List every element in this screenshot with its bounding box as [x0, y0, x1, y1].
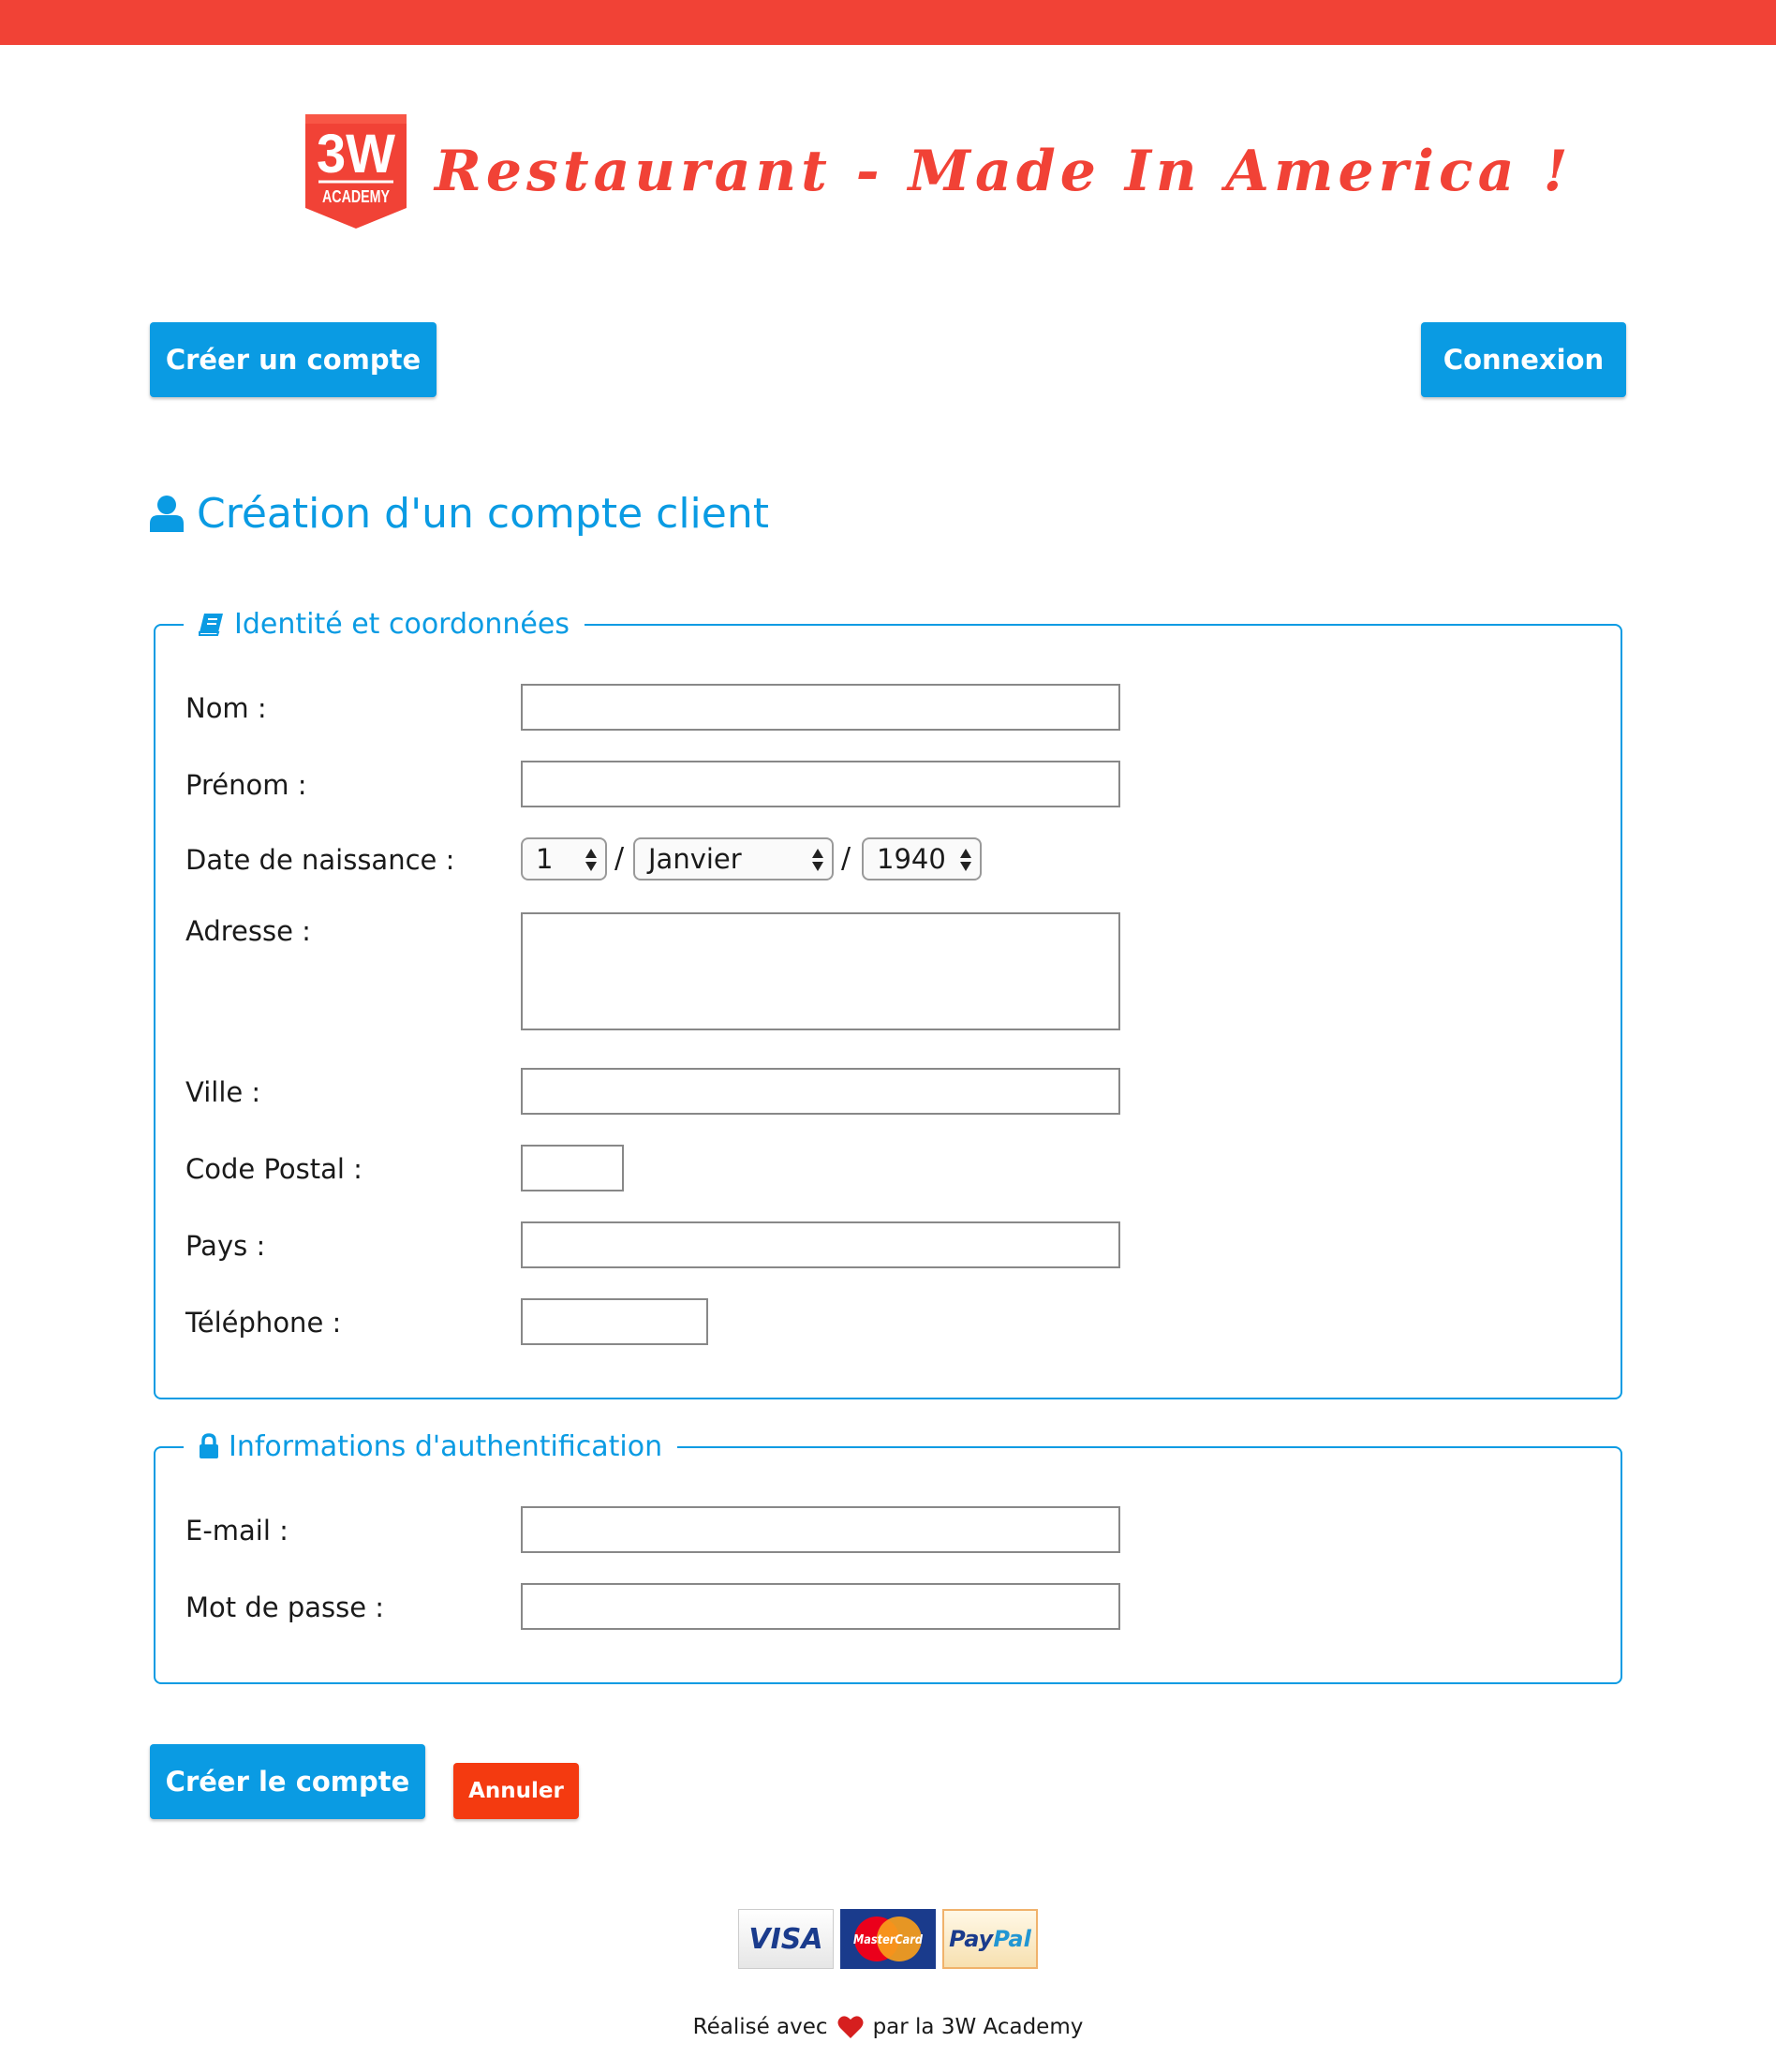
identity-legend: Identité et coordonnées [184, 603, 585, 644]
country-input[interactable] [521, 1221, 1120, 1268]
date-separator: / [614, 842, 625, 875]
paypal-text-b: Pal [993, 1926, 1031, 1952]
heart-icon [837, 2016, 864, 2038]
email-input[interactable] [521, 1506, 1120, 1553]
zip-input[interactable] [521, 1145, 624, 1191]
footer-credit: Réalisé avec par la 3W Academy [0, 2010, 1776, 2044]
lastname-label: Nom : [185, 692, 267, 724]
mastercard-icon: MasterCard [853, 1917, 924, 1961]
visa-logo: VISA [738, 1909, 834, 1969]
credit-before: Réalisé avec [692, 2015, 828, 2039]
birth-month-value: Janvier [648, 843, 742, 875]
select-arrows-icon [960, 849, 971, 871]
mastercard-text: MasterCard [853, 1933, 924, 1947]
select-arrows-icon [585, 849, 597, 871]
logo-big-text: 3W [317, 124, 395, 185]
birth-year-select[interactable]: 1940 [862, 837, 982, 881]
auth-legend: Informations d'authentification [184, 1426, 678, 1467]
auth-fieldset: Informations d'authentification [154, 1426, 1622, 1684]
birthdate-label: Date de naissance : [185, 844, 455, 876]
paypal-logo: PayPal [942, 1909, 1038, 1969]
top-bar [0, 0, 1776, 45]
create-account-button[interactable]: Créer un compte [150, 322, 437, 397]
paypal-text-a: Pay [949, 1926, 994, 1952]
lastname-input[interactable] [521, 684, 1120, 731]
3w-academy-logo: 3W ACADEMY [305, 114, 407, 229]
select-arrows-icon [812, 849, 823, 871]
cancel-button[interactable]: Annuler [453, 1763, 579, 1819]
birth-day-value: 1 [536, 843, 554, 875]
lock-icon [200, 1433, 218, 1458]
user-icon [150, 496, 184, 532]
page-title-text: Création d'un compte client [197, 489, 769, 538]
phone-label: Téléphone : [185, 1307, 342, 1339]
email-label: E-mail : [185, 1515, 289, 1547]
birth-year-value: 1940 [877, 843, 946, 875]
logo-small-text: ACADEMY [322, 187, 390, 206]
date-separator: / [841, 842, 851, 875]
birth-month-select[interactable]: Janvier [633, 837, 834, 881]
zip-label: Code Postal : [185, 1153, 363, 1185]
firstname-input[interactable] [521, 761, 1120, 807]
book-icon [199, 614, 223, 636]
address-textarea[interactable] [521, 912, 1120, 1030]
mastercard-logo: MasterCard [840, 1909, 936, 1969]
page-title: Création d'un compte client [150, 483, 769, 543]
city-label: Ville : [185, 1076, 261, 1108]
login-button[interactable]: Connexion [1421, 322, 1626, 397]
site-title: Restaurant - Made In America ! [435, 139, 1573, 204]
address-label: Adresse : [185, 915, 311, 947]
password-label: Mot de passe : [185, 1591, 385, 1623]
firstname-label: Prénom : [185, 769, 307, 801]
password-input[interactable] [521, 1583, 1120, 1630]
submit-button[interactable]: Créer le compte [150, 1744, 425, 1819]
phone-input[interactable] [521, 1298, 708, 1345]
identity-legend-text: Identité et coordonnées [234, 607, 570, 641]
country-label: Pays : [185, 1230, 266, 1262]
birth-day-select[interactable]: 1 [521, 837, 607, 881]
city-input[interactable] [521, 1068, 1120, 1115]
auth-legend-text: Informations d'authentification [229, 1429, 663, 1463]
credit-after: par la 3W Academy [872, 2015, 1084, 2039]
visa-text: VISA [748, 1922, 823, 1956]
